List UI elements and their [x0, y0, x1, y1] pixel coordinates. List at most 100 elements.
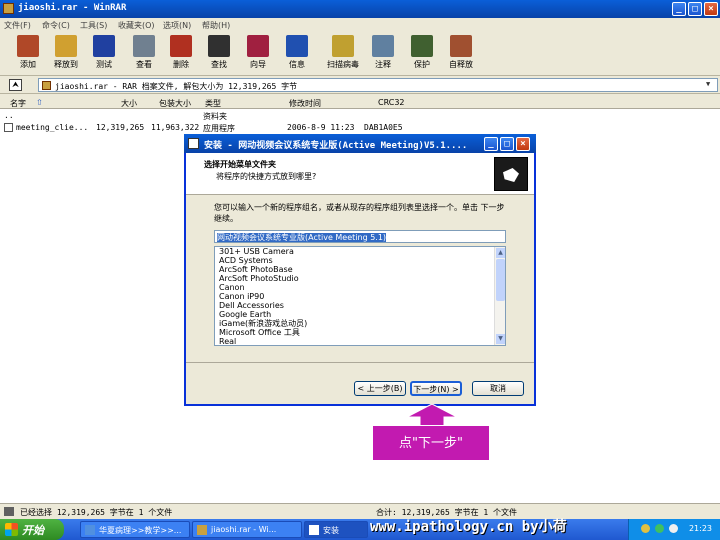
toolbar-wizard-label: 向导 — [250, 60, 266, 69]
menu-commands[interactable]: 命令(C) — [42, 20, 70, 31]
dialog-heading: 选择开始菜单文件夹 — [204, 160, 276, 169]
up-folder-button[interactable]: ⮝ — [9, 79, 22, 91]
table-row[interactable]: .. 资料夹 — [0, 111, 720, 122]
toolbar-sfx-button[interactable]: 自释放 — [441, 34, 481, 74]
dialog-close-button[interactable]: × — [516, 137, 530, 151]
program-group-list[interactable]: 301+ USB Camera ACD Systems ArcSoft Phot… — [214, 246, 506, 346]
menu-help[interactable]: 帮助(H) — [202, 20, 230, 31]
toolbar-comment-label: 注释 — [375, 60, 391, 69]
list-item[interactable]: ArcSoft PhotoBase — [215, 265, 505, 274]
info-icon — [286, 35, 308, 57]
view-icon — [133, 35, 155, 57]
column-packed[interactable]: 包装大小 — [159, 98, 191, 109]
table-row[interactable]: meeting_clie... 12,319,265 11,963,322 应用… — [0, 123, 720, 134]
column-type[interactable]: 类型 — [205, 98, 221, 109]
system-tray: 21:23 — [628, 519, 720, 540]
menu-options[interactable]: 选项(N) — [163, 20, 191, 31]
toolbar-extract-to-label: 释放到 — [54, 60, 78, 69]
archive-icon — [42, 81, 51, 90]
dialog-minimize-button[interactable]: _ — [484, 137, 498, 151]
column-size[interactable]: 大小 — [121, 98, 137, 109]
toolbar-virus-scan-button[interactable]: 扫描病毒 — [323, 34, 363, 74]
list-item[interactable]: Dell Accessories — [215, 301, 505, 310]
taskbar-item-browser[interactable]: 华夏病理>>教学>>... — [80, 521, 190, 538]
chevron-down-icon[interactable]: ▼ — [706, 80, 716, 90]
toolbar-view-button[interactable]: 查看 — [124, 34, 164, 74]
column-name[interactable]: 名字 — [10, 98, 26, 109]
comment-icon — [372, 35, 394, 57]
toolbar-extract-to-button[interactable]: 释放到 — [46, 34, 86, 74]
row-name: .. — [4, 111, 14, 120]
toolbar-sfx-label: 自释放 — [449, 60, 473, 69]
window-title: jiaoshi.rar - WinRAR — [18, 3, 127, 13]
tray-icon[interactable] — [669, 524, 678, 533]
column-crc32[interactable]: CRC32 — [378, 98, 405, 107]
toolbar-find-button[interactable]: 查找 — [199, 34, 239, 74]
list-item[interactable]: ArcSoft PhotoStudio — [215, 274, 505, 283]
winrar-icon — [197, 525, 207, 535]
row-modified: 2006-8-9 11:23 — [287, 123, 355, 132]
dialog-titlebar: 安装 - 网动视频会议系统专业版(Active Meeting)V5.1....… — [184, 134, 536, 153]
taskbar-item-winrar[interactable]: jiaoshi.rar - Wi... — [192, 521, 302, 538]
menu-tools[interactable]: 工具(S) — [80, 20, 107, 31]
list-item[interactable]: 301+ USB Camera — [215, 247, 505, 256]
back-button[interactable]: < 上一步(B) — [354, 381, 406, 396]
setup-icon — [188, 138, 199, 149]
taskbar-item-label: jiaoshi.rar - Wi... — [211, 525, 277, 534]
column-modified[interactable]: 修改时间 — [289, 98, 321, 109]
taskbar-item-setup[interactable]: 安装 — [304, 521, 368, 538]
dialog-title: 安装 - 网动视频会议系统专业版(Active Meeting)V5.1.... — [204, 141, 468, 151]
list-item[interactable]: Microsoft Office 工具 — [215, 328, 505, 337]
row-type: 资料夹 — [203, 112, 227, 121]
maximize-button[interactable]: □ — [688, 2, 702, 16]
test-icon — [93, 35, 115, 57]
protect-icon — [411, 35, 433, 57]
address-field[interactable]: jiaoshi.rar - RAR 档案文件, 解包大小为 12,319,265… — [38, 78, 718, 92]
tray-icon[interactable] — [655, 524, 664, 533]
annotation-callout: 点"下一步" — [372, 425, 490, 461]
watermark: www.ipathology.cn by小荷 — [370, 519, 567, 535]
row-size: 12,319,265 — [96, 123, 145, 132]
toolbar-add-button[interactable]: 添加 — [8, 34, 48, 74]
wizard-icon — [247, 35, 269, 57]
toolbar-comment-button[interactable]: 注释 — [363, 34, 403, 74]
toolbar-test-label: 测试 — [96, 60, 112, 69]
program-group-input[interactable]: 网动视频会议系统专业版(Active Meeting 5.1) — [214, 230, 506, 243]
sort-up-icon: ⇧ — [36, 98, 43, 107]
scrollbar-thumb[interactable] — [496, 259, 505, 301]
list-item[interactable]: Canon iP90 — [215, 292, 505, 301]
clock[interactable]: 21:23 — [689, 524, 712, 533]
toolbar-test-button[interactable]: 测试 — [84, 34, 124, 74]
start-button[interactable]: 开始 — [0, 519, 64, 540]
sfx-icon — [450, 35, 472, 57]
list-item[interactable]: Canon — [215, 283, 505, 292]
menu-file[interactable]: 文件(F) — [4, 20, 31, 31]
window-titlebar: jiaoshi.rar - WinRAR _ □ × — [0, 0, 720, 18]
scroll-up-icon[interactable]: ▲ — [496, 248, 505, 258]
scroll-down-icon[interactable]: ▼ — [496, 334, 505, 344]
close-button[interactable]: × — [704, 2, 718, 16]
dialog-maximize-button[interactable]: □ — [500, 137, 514, 151]
tray-icon[interactable] — [641, 524, 650, 533]
toolbar-info-button[interactable]: 信息 — [277, 34, 317, 74]
taskbar-item-label: 华夏病理>>教学>>... — [99, 526, 182, 535]
toolbar-protect-button[interactable]: 保护 — [402, 34, 442, 74]
minimize-button[interactable]: _ — [672, 2, 686, 16]
file-list-header: 名字 ⇧ 大小 包装大小 类型 修改时间 CRC32 — [0, 95, 720, 109]
row-name: meeting_clie... — [16, 123, 89, 132]
setup-dialog: 安装 - 网动视频会议系统专业版(Active Meeting)V5.1....… — [184, 134, 536, 406]
toolbar-wizard-button[interactable]: 向导 — [238, 34, 278, 74]
cancel-button[interactable]: 取消 — [472, 381, 524, 396]
toolbar: 添加 释放到 测试 查看 删除 查找 向导 信息 扫描病毒 注释 保护 自释放 — [0, 32, 720, 76]
list-scrollbar[interactable]: ▲ ▼ — [494, 247, 505, 345]
menu-favorites[interactable]: 收藏夹(O) — [118, 20, 155, 31]
program-group-value: 网动视频会议系统专业版(Active Meeting 5.1) — [217, 233, 387, 242]
list-item[interactable]: Google Earth — [215, 310, 505, 319]
address-bar: ⮝ jiaoshi.rar - RAR 档案文件, 解包大小为 12,319,2… — [0, 76, 720, 94]
list-item[interactable]: ACD Systems — [215, 256, 505, 265]
list-item[interactable]: Real — [215, 337, 505, 345]
list-item[interactable]: iGame(新浪游戏总动员) — [215, 319, 505, 328]
next-button[interactable]: 下一步(N) > — [410, 381, 462, 396]
toolbar-delete-button[interactable]: 删除 — [161, 34, 201, 74]
virus-scan-icon — [332, 35, 354, 57]
